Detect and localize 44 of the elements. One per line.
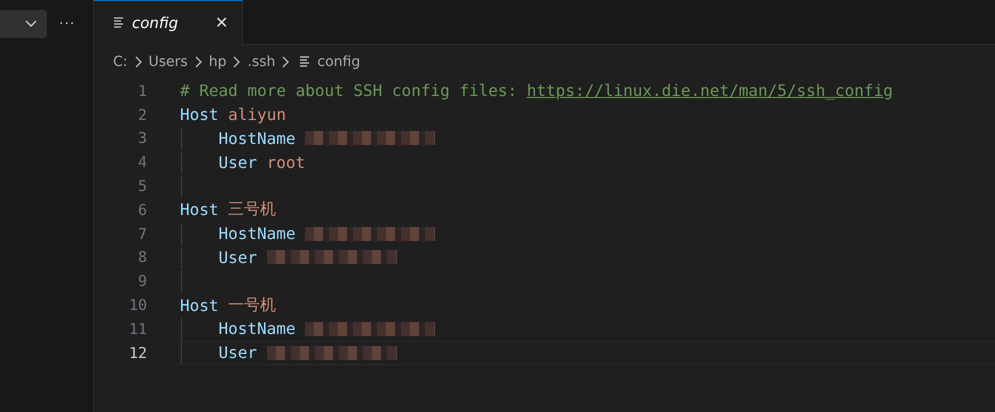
config-keyword: User bbox=[218, 343, 258, 362]
chevron-right-icon bbox=[194, 56, 202, 68]
line-number: 6 bbox=[136, 200, 147, 219]
code-comment: # Read more about SSH config files: bbox=[180, 81, 518, 100]
editor-tab[interactable]: config ✕ bbox=[94, 0, 243, 45]
more-button[interactable]: ··· bbox=[55, 16, 80, 32]
line-number: 1 bbox=[136, 82, 147, 100]
config-value: 三号机 bbox=[228, 199, 276, 220]
config-keyword: HostName bbox=[218, 319, 296, 338]
breadcrumb-item[interactable]: C: bbox=[113, 54, 128, 70]
file-lines-icon bbox=[114, 17, 124, 29]
line-number: 7 bbox=[136, 224, 147, 243]
line-number: 8 bbox=[136, 248, 147, 266]
config-keyword: Host bbox=[180, 200, 219, 220]
config-value: aliyun bbox=[228, 105, 286, 124]
line-number: 10 bbox=[128, 296, 147, 314]
close-button[interactable]: ✕ bbox=[211, 13, 232, 33]
tab-label: config bbox=[132, 14, 180, 32]
config-value: 一号机 bbox=[228, 294, 276, 316]
config-keyword: HostName bbox=[218, 224, 296, 244]
line-number: 5 bbox=[136, 177, 147, 196]
line-number: 9 bbox=[136, 272, 147, 290]
line-number: 3 bbox=[136, 129, 147, 148]
breadcrumb-item[interactable]: .ssh bbox=[247, 54, 276, 70]
line-number: 12 bbox=[128, 344, 147, 362]
file-lines-icon bbox=[300, 56, 310, 68]
config-value: root bbox=[266, 152, 306, 172]
config-keyword: HostName bbox=[218, 128, 296, 148]
breadcrumb-item[interactable]: Users bbox=[148, 54, 188, 70]
breadcrumb-item[interactable]: config bbox=[317, 54, 360, 70]
config-keyword: User bbox=[218, 248, 258, 267]
line-number: 2 bbox=[136, 106, 147, 124]
dropdown[interactable] bbox=[0, 10, 47, 38]
chevron-down-icon bbox=[25, 20, 37, 28]
chevron-right-icon bbox=[134, 56, 142, 68]
line-number: 11 bbox=[128, 320, 147, 338]
chevron-right-icon bbox=[282, 56, 290, 68]
config-keyword: Host bbox=[180, 105, 219, 124]
line-number: 4 bbox=[136, 153, 147, 172]
config-keyword: User bbox=[218, 152, 258, 172]
chevron-right-icon bbox=[233, 56, 240, 68]
config-keyword: Host bbox=[180, 296, 219, 315]
url-link[interactable]: https://linux.die.net/man/5/ssh_config bbox=[526, 81, 893, 100]
breadcrumb-item[interactable]: hp bbox=[208, 54, 226, 70]
